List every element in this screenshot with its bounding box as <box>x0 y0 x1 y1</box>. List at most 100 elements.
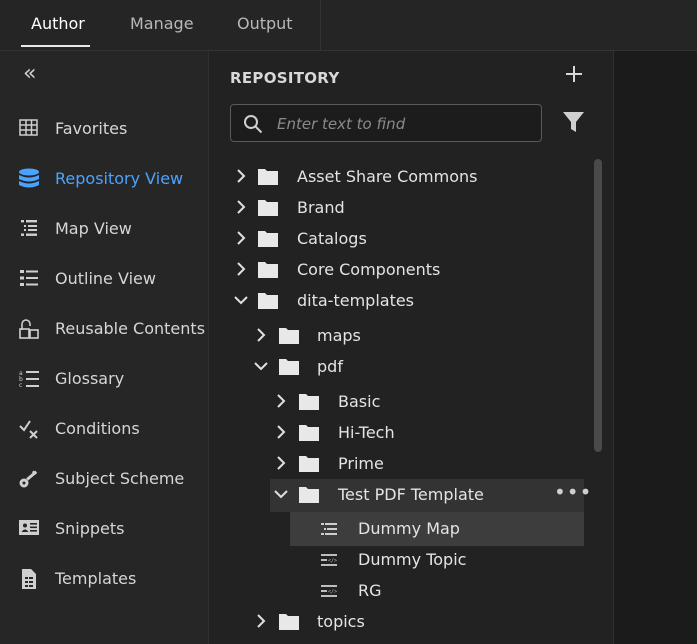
folder-icon <box>299 425 319 441</box>
tree-item-topics[interactable]: topics <box>209 607 589 637</box>
tree-item-prime[interactable]: Prime <box>209 449 589 479</box>
sidebar-item-favorites[interactable]: Favorites <box>0 110 208 146</box>
tree-item-dummy-map[interactable]: Dummy Map <box>209 514 589 544</box>
snippet-icon <box>18 518 40 538</box>
tree-item-catalogs[interactable]: Catalogs <box>209 224 589 254</box>
chevron-right-icon <box>237 262 246 276</box>
outline-list-icon <box>18 268 40 288</box>
tree-item-label: Dummy Map <box>358 519 460 538</box>
folder-icon <box>299 456 319 472</box>
sidebar-item-label: Repository View <box>55 169 184 188</box>
svg-text:</>: </> <box>328 558 337 564</box>
collapse-sidebar-button[interactable]: « <box>23 63 36 85</box>
left-sidebar: « Favorites Repository View Map View Out… <box>0 51 209 644</box>
chevron-right-icon <box>237 169 246 183</box>
folder-icon <box>258 200 278 216</box>
tab-author[interactable]: Author <box>31 14 85 33</box>
chevron-right-icon <box>277 394 286 408</box>
sidebar-item-label: Conditions <box>55 419 140 438</box>
chevron-down-icon <box>274 490 288 499</box>
tree-item-test-pdf-template[interactable]: Test PDF Template ••• <box>209 480 592 510</box>
add-button[interactable] <box>565 65 583 83</box>
tree-item-label: pdf <box>317 357 343 376</box>
chevron-down-icon <box>254 362 268 371</box>
tree-item-label: Basic <box>338 392 381 411</box>
tab-output[interactable]: Output <box>237 14 293 33</box>
sidebar-item-repository-view[interactable]: Repository View <box>0 160 208 196</box>
tree-item-label: Dummy Topic <box>358 550 467 569</box>
tree-item-rg[interactable]: </> RG <box>209 576 589 606</box>
tree-item-label: Test PDF Template <box>338 485 484 504</box>
tab-bar: Author Manage Output <box>0 0 321 50</box>
folder-icon <box>299 487 319 503</box>
glossary-icon: abc <box>18 368 40 389</box>
topic-file-icon: </> <box>321 554 337 566</box>
map-list-icon <box>18 218 40 238</box>
folder-icon <box>279 328 299 344</box>
chevron-right-icon <box>257 614 266 628</box>
sidebar-item-conditions[interactable]: Conditions <box>0 410 208 446</box>
sidebar-item-label: Outline View <box>55 269 156 288</box>
search-input[interactable] <box>275 111 537 137</box>
sidebar-item-subject-scheme[interactable]: Subject Scheme <box>0 460 208 496</box>
sidebar-item-snippets[interactable]: Snippets <box>0 510 208 546</box>
tree-item-label: dita-templates <box>297 291 415 310</box>
tree-item-label: Hi-Tech <box>338 423 395 442</box>
tree-item-asset-share-commons[interactable]: Asset Share Commons <box>209 162 589 192</box>
sidebar-item-label: Favorites <box>55 119 128 138</box>
folder-icon <box>258 231 278 247</box>
tree-item-hi-tech[interactable]: Hi-Tech <box>209 418 589 448</box>
tree-item-dummy-topic[interactable]: </> Dummy Topic <box>209 545 589 575</box>
tree-item-core-components[interactable]: Core Components <box>209 255 589 285</box>
filter-icon <box>563 112 584 132</box>
tree-item-maps[interactable]: maps <box>209 321 589 351</box>
tab-manage[interactable]: Manage <box>130 14 194 33</box>
tree-item-brand[interactable]: Brand <box>209 193 589 223</box>
grid-icon <box>18 118 40 138</box>
topic-file-icon: </> <box>321 585 337 597</box>
svg-text:c: c <box>19 382 22 389</box>
chevron-right-icon <box>237 200 246 214</box>
tree-item-label: Catalogs <box>297 229 367 248</box>
folder-icon <box>299 394 319 410</box>
sidebar-item-glossary[interactable]: abc Glossary <box>0 360 208 396</box>
filter-button[interactable] <box>563 111 584 137</box>
sidebar-item-label: Subject Scheme <box>55 469 185 488</box>
folder-icon <box>258 262 278 278</box>
panel-title: REPOSITORY <box>230 69 340 87</box>
key-icon <box>18 468 40 488</box>
tree-item-basic[interactable]: Basic <box>209 387 589 417</box>
search-icon <box>244 115 263 134</box>
conditions-icon <box>18 418 40 439</box>
sidebar-item-label: Snippets <box>55 519 125 538</box>
folder-icon <box>258 169 278 185</box>
repository-panel: REPOSITORY Asset Share Commons Brand Cat… <box>209 51 613 644</box>
tree-item-dita-templates[interactable]: dita-templates <box>209 286 589 316</box>
template-icon <box>18 568 40 589</box>
chevron-right-icon <box>257 328 266 342</box>
sidebar-item-reusable-contents[interactable]: Reusable Contents <box>0 310 208 346</box>
tree-item-label: maps <box>317 326 361 345</box>
sidebar-item-label: Reusable Contents <box>55 319 206 338</box>
tree-item-label: Asset Share Commons <box>297 167 478 186</box>
folder-icon <box>258 293 278 309</box>
chevron-right-icon <box>237 231 246 245</box>
reusable-icon <box>18 318 40 339</box>
more-options-icon[interactable]: ••• <box>554 482 592 502</box>
chevron-right-icon <box>277 456 286 470</box>
scrollbar[interactable] <box>594 159 602 452</box>
tree-item-label: Brand <box>297 198 345 217</box>
sidebar-item-label: Glossary <box>55 369 125 388</box>
active-tab-indicator <box>21 45 90 47</box>
sidebar-item-label: Map View <box>55 219 132 238</box>
map-file-icon <box>321 523 337 535</box>
sidebar-item-label: Templates <box>55 569 137 588</box>
chevron-down-icon <box>234 296 248 305</box>
sidebar-item-map-view[interactable]: Map View <box>0 210 208 246</box>
tree-item-label: RG <box>358 581 382 600</box>
sidebar-item-templates[interactable]: Templates <box>0 560 208 596</box>
sidebar-item-outline-view[interactable]: Outline View <box>0 260 208 296</box>
tree-item-pdf[interactable]: pdf <box>209 352 589 382</box>
editor-area <box>613 51 697 644</box>
top-bar: Author Manage Output <box>0 0 697 51</box>
